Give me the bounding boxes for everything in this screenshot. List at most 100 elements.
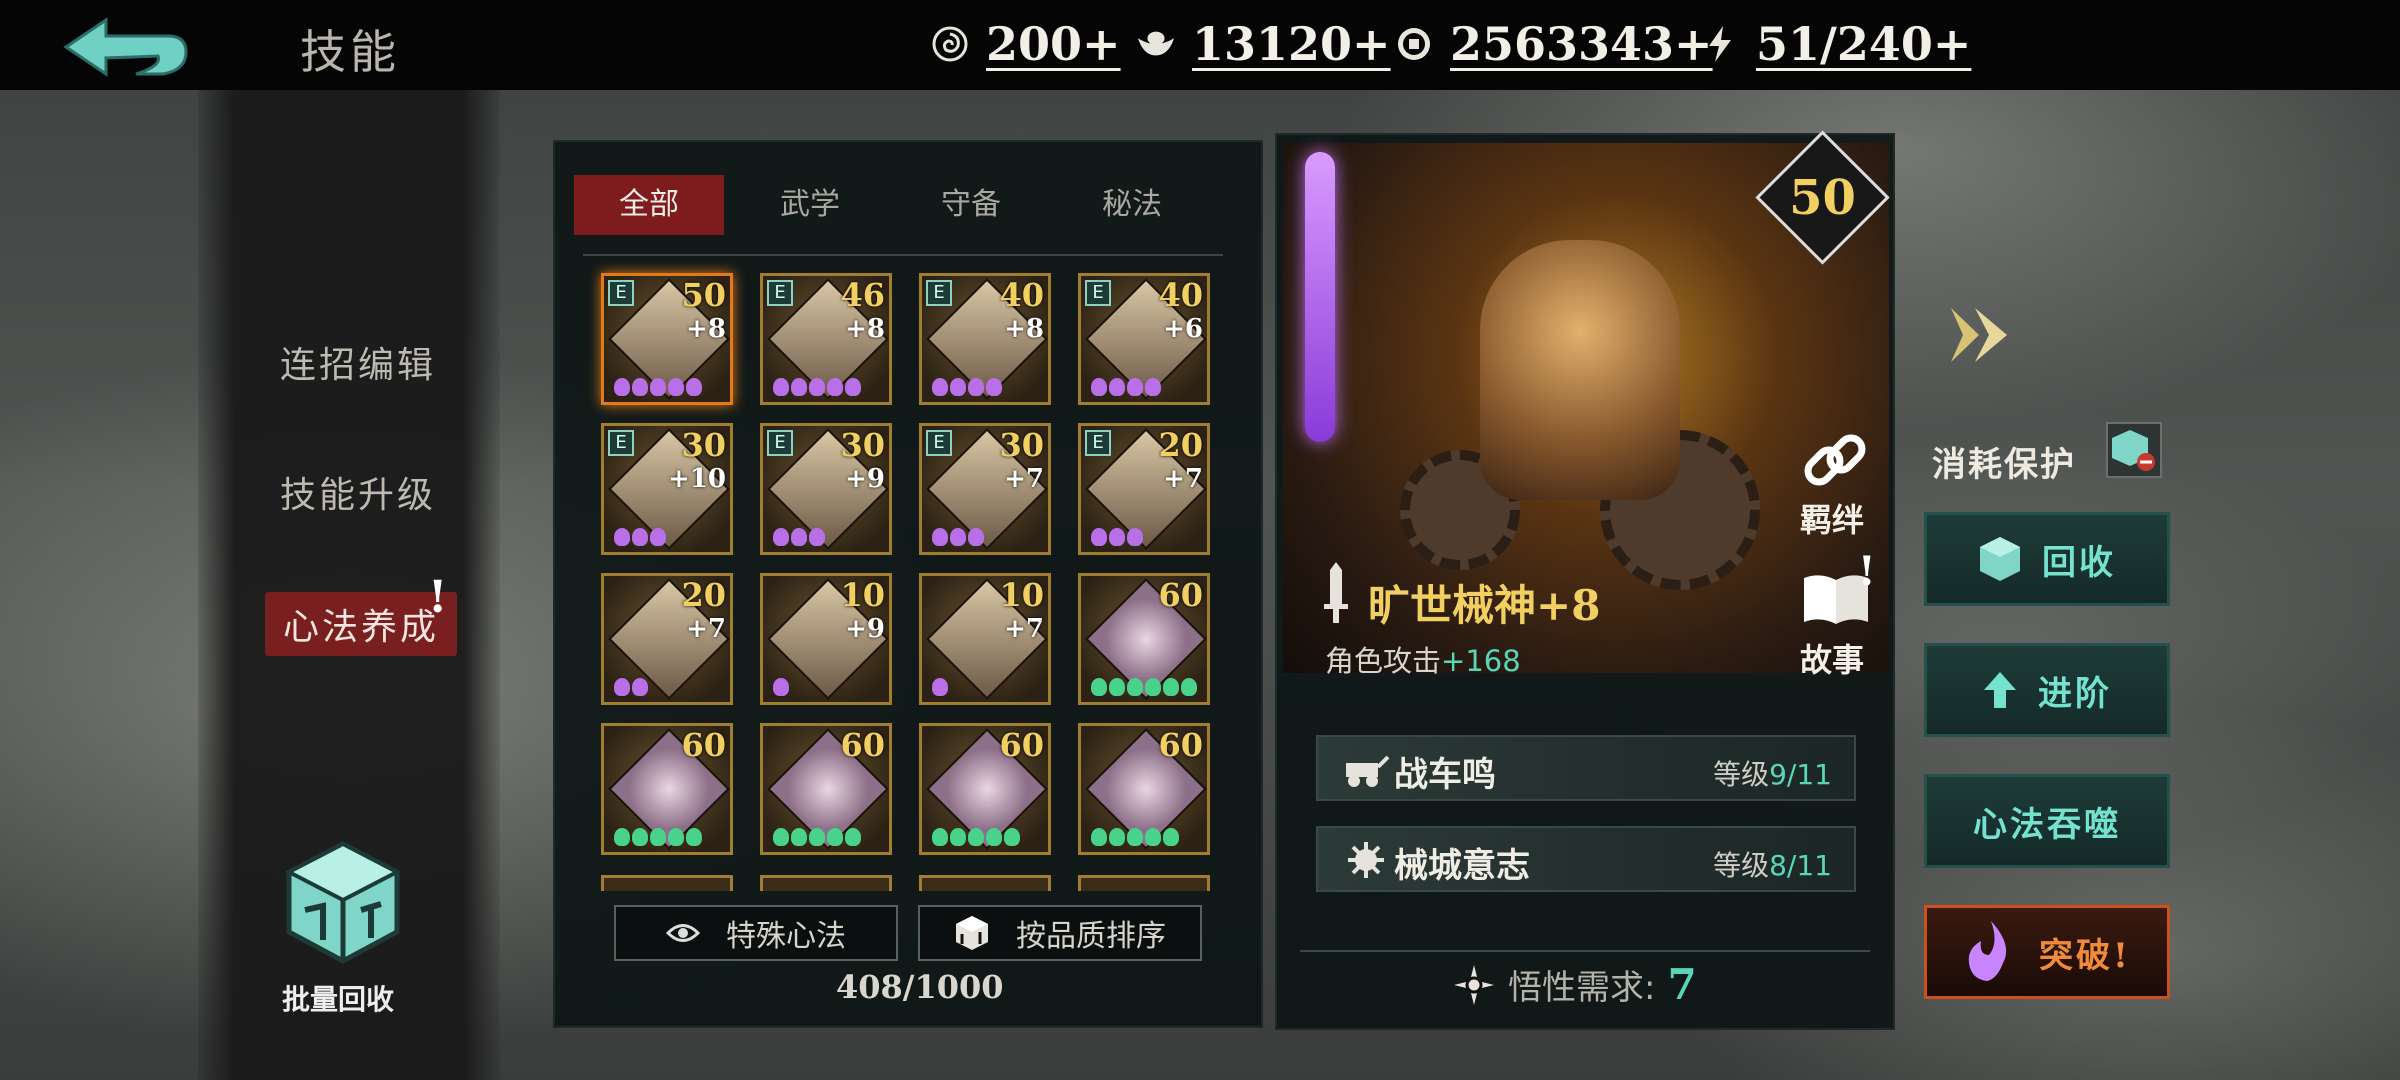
- skill-row[interactable]: 战车鸣 等级9/11: [1316, 735, 1856, 801]
- advance-label: 进阶: [2038, 673, 2112, 714]
- mind-art-card[interactable]: E 20 +7: [1078, 423, 1210, 555]
- card-level: 10: [999, 576, 1044, 614]
- quality-pip: [1109, 678, 1125, 696]
- menu-skill-upgrade[interactable]: 技能升级: [280, 466, 436, 518]
- quality-pip: [686, 828, 702, 846]
- menu-combo-edit[interactable]: 连招编辑: [280, 336, 436, 388]
- devour-button[interactable]: 心法吞噬: [1924, 774, 2170, 868]
- skill-row[interactable]: 械城意志 等级8/11: [1316, 826, 1856, 892]
- mind-art-card[interactable]: 10 +7: [919, 573, 1051, 705]
- mind-art-card[interactable]: E 46 +8: [760, 273, 892, 405]
- insight-value: 7: [1667, 960, 1697, 1009]
- quality-pip: [668, 378, 684, 396]
- consume-protect-toggle[interactable]: [2106, 422, 2162, 478]
- chain-link-icon[interactable]: [1800, 425, 1870, 495]
- mind-art-card[interactable]: E 50 +8: [601, 273, 733, 405]
- card-plus: +9: [845, 464, 885, 494]
- tab-divider: [583, 254, 1223, 256]
- mind-art-card[interactable]: 60: [601, 723, 733, 855]
- card-level: 40: [999, 276, 1044, 314]
- tab-all[interactable]: 全部: [574, 175, 724, 235]
- character-name-plus: +8: [1536, 581, 1601, 630]
- quality-pip: [1127, 828, 1143, 846]
- lightning-icon: [1700, 24, 1740, 64]
- quality-pip: [1145, 828, 1161, 846]
- double-chevron-right-icon[interactable]: [1945, 300, 2015, 370]
- resource-value: 13120+: [1192, 17, 1391, 71]
- mind-art-card[interactable]: 20 +7: [601, 573, 733, 705]
- quality-pip: [1109, 528, 1125, 546]
- quality-pip: [1091, 528, 1107, 546]
- mind-art-card[interactable]: E 40 +8: [919, 273, 1051, 405]
- special-mind-art-button[interactable]: 特殊心法: [614, 905, 898, 961]
- bond-label[interactable]: 羁绊: [1800, 495, 1864, 541]
- card-plus: +8: [1004, 314, 1044, 344]
- card-level: 10: [840, 576, 885, 614]
- quality-pip: [614, 378, 630, 396]
- quality-pip: [1091, 378, 1107, 396]
- skill-level-label: 等级: [1713, 849, 1770, 882]
- quality-pip: [632, 378, 648, 396]
- quality-pip: [773, 678, 789, 696]
- mind-art-card[interactable]: 60: [760, 723, 892, 855]
- tab-secret[interactable]: 秘法: [1057, 175, 1207, 235]
- batch-recycle-label: 批量回收: [282, 983, 395, 1016]
- mind-art-card[interactable]: E 40 +6: [1078, 273, 1210, 405]
- card-partial[interactable]: [601, 875, 733, 891]
- quality-pips: [773, 528, 825, 548]
- quality-pip: [614, 828, 630, 846]
- card-partial[interactable]: [1078, 875, 1210, 891]
- mind-art-card[interactable]: 60: [1078, 573, 1210, 705]
- card-plus: +7: [686, 614, 726, 644]
- quality-pip: [932, 378, 948, 396]
- quality-pip: [614, 678, 630, 696]
- level-badge-value: 50: [1789, 170, 1856, 226]
- quality-pip: [809, 528, 825, 546]
- tab-defense[interactable]: 守备: [896, 175, 1046, 235]
- resource-value: 51/240+: [1756, 17, 1972, 71]
- card-plus: +8: [845, 314, 885, 344]
- mind-art-card[interactable]: 60: [919, 723, 1051, 855]
- quality-pips: [614, 828, 702, 848]
- mind-art-card[interactable]: E 30 +10: [601, 423, 733, 555]
- cube-forbidden-icon: [2112, 430, 2155, 471]
- copper-coin-icon: [1394, 24, 1434, 64]
- quality-pips: [1091, 828, 1179, 848]
- quality-pips: [773, 828, 861, 848]
- quality-pip: [845, 378, 861, 396]
- mind-art-card[interactable]: 10 +9: [760, 573, 892, 705]
- card-partial[interactable]: [760, 875, 892, 891]
- character-name: 旷世械神+8: [1368, 572, 1600, 633]
- back-arrow-icon[interactable]: [58, 14, 188, 80]
- tab-martial[interactable]: 武学: [735, 175, 885, 235]
- quality-pips: [614, 378, 702, 398]
- quality-pip: [827, 378, 843, 396]
- character-name-text: 旷世械神: [1368, 581, 1537, 630]
- skill-level-label: 等级: [1713, 758, 1770, 791]
- mind-art-card[interactable]: E 30 +7: [919, 423, 1051, 555]
- card-partial[interactable]: [919, 875, 1051, 891]
- quality-pip: [1091, 678, 1107, 696]
- mind-art-card[interactable]: 60: [1078, 723, 1210, 855]
- card-level: 60: [681, 726, 726, 764]
- breakthrough-button[interactable]: 突破!: [1924, 905, 2170, 999]
- quality-pip: [932, 828, 948, 846]
- advance-button[interactable]: 进阶: [1924, 643, 2170, 737]
- quality-pips: [932, 378, 1002, 398]
- quality-pip: [968, 528, 984, 546]
- quality-pip: [845, 828, 861, 846]
- quality-pip: [809, 828, 825, 846]
- card-level: 30: [999, 426, 1044, 464]
- quality-pip: [632, 528, 648, 546]
- sort-by-quality-button[interactable]: 按品质排序: [918, 905, 1202, 961]
- story-label[interactable]: 故事: [1800, 635, 1864, 681]
- attribute-label: 角色攻击: [1325, 644, 1442, 678]
- card-level: 50: [681, 276, 726, 314]
- recycle-button[interactable]: 回收: [1924, 512, 2170, 606]
- grade-e-badge: E: [767, 430, 793, 456]
- mind-art-card[interactable]: E 30 +9: [760, 423, 892, 555]
- page-title: 技能: [300, 25, 400, 79]
- recycle-cube-icon[interactable]: [283, 840, 403, 965]
- quality-pip: [791, 378, 807, 396]
- skill-name: 战车鸣: [1394, 755, 1496, 795]
